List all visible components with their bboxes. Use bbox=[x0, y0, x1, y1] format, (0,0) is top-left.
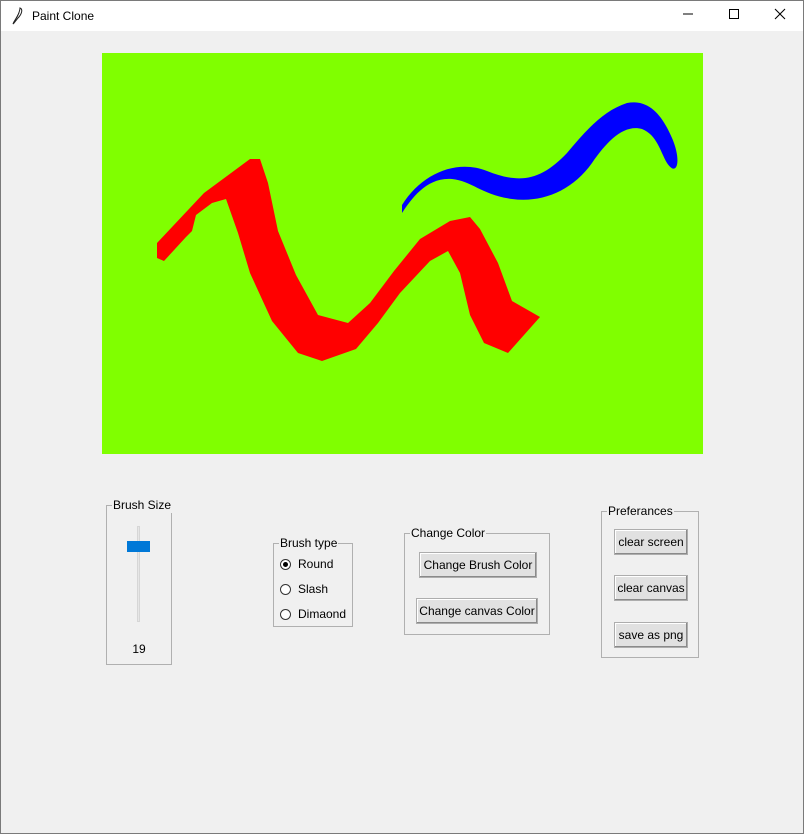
change-canvas-color-button[interactable]: Change canvas Color bbox=[416, 598, 538, 624]
change-color-group: Change Color Change Brush Color Change c… bbox=[404, 525, 550, 635]
preferences-group: Preferances clear screen clear canvas sa… bbox=[601, 503, 699, 658]
brush-type-label: Brush type bbox=[279, 535, 339, 551]
radio-slash[interactable]: Slash bbox=[280, 581, 328, 597]
close-icon bbox=[774, 7, 786, 25]
window-title: Paint Clone bbox=[32, 9, 95, 23]
maximize-button[interactable] bbox=[711, 1, 757, 31]
minimize-icon bbox=[682, 7, 694, 25]
brush-size-label: Brush Size bbox=[112, 497, 173, 513]
save-as-png-button[interactable]: save as png bbox=[614, 622, 688, 648]
radio-slash-label: Slash bbox=[298, 582, 329, 596]
radio-diamond-label: Dimaond bbox=[298, 607, 347, 621]
title-bar[interactable]: Paint Clone bbox=[1, 1, 803, 31]
brush-size-slider-thumb[interactable] bbox=[127, 541, 150, 552]
radio-unchecked-icon bbox=[280, 583, 291, 595]
brush-type-group: Brush type Round Slash Dimaond bbox=[273, 535, 353, 627]
radio-round[interactable]: Round bbox=[280, 556, 333, 572]
clear-screen-button[interactable]: clear screen bbox=[614, 529, 688, 555]
preferences-label: Preferances bbox=[607, 503, 674, 519]
clear-canvas-button[interactable]: clear canvas bbox=[614, 575, 688, 601]
radio-checked-icon bbox=[280, 558, 291, 570]
close-button[interactable] bbox=[757, 1, 803, 31]
drawing-canvas[interactable] bbox=[102, 53, 703, 454]
brush-size-group: Brush Size 19 bbox=[106, 497, 173, 665]
radio-unchecked-icon bbox=[280, 608, 291, 620]
minimize-button[interactable] bbox=[665, 1, 711, 31]
feather-icon bbox=[9, 7, 25, 25]
change-color-label: Change Color bbox=[410, 525, 487, 541]
brush-size-value: 19 bbox=[132, 642, 146, 656]
radio-diamond[interactable]: Dimaond bbox=[280, 606, 346, 622]
change-brush-color-button[interactable]: Change Brush Color bbox=[419, 552, 537, 578]
maximize-icon bbox=[728, 7, 740, 25]
radio-round-label: Round bbox=[298, 557, 334, 571]
app-window: Paint Clone Brush Size 19 Brush type Rou… bbox=[0, 0, 804, 834]
